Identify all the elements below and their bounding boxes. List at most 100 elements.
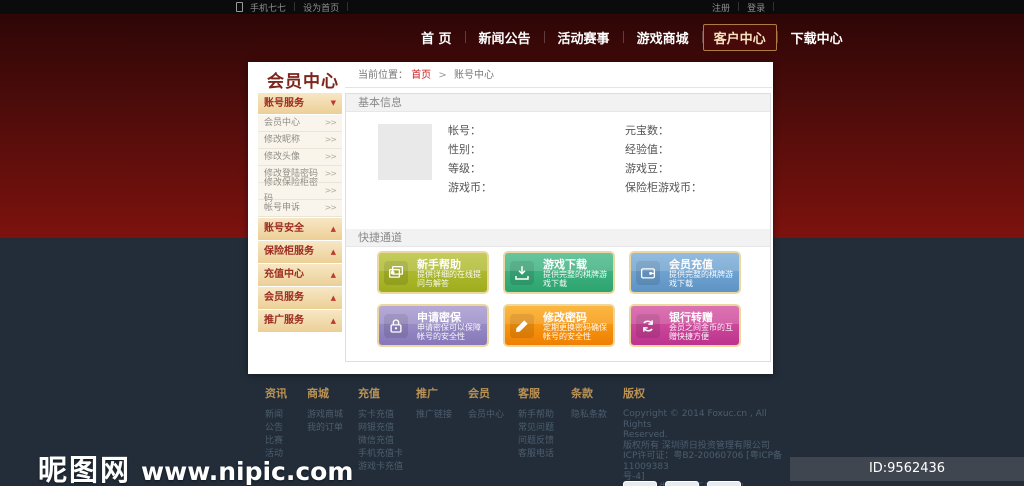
footer-link[interactable]: 新闻 bbox=[265, 409, 287, 422]
quick-link-title: 游戏下载 bbox=[543, 258, 587, 271]
top-utility-bar: 手机七七 | 设为首页 | 注册 | 登录 | bbox=[0, 0, 1024, 14]
lock-icon bbox=[384, 314, 408, 338]
basic-info-section-header: 基本信息 bbox=[346, 94, 770, 112]
quick-link-desc: 提供详细的在线提问与解答 bbox=[417, 270, 481, 288]
footer-link[interactable]: 会员中心 bbox=[468, 409, 504, 422]
login-link[interactable]: 登录 bbox=[747, 1, 765, 14]
footer-link[interactable]: 游戏卡充值 bbox=[358, 461, 403, 474]
nav-game-mall[interactable]: 游戏商城 bbox=[624, 25, 702, 50]
quick-link-title: 银行转赠 bbox=[669, 311, 713, 324]
sidebar-group-label: 账号服务 bbox=[264, 98, 304, 109]
footer-link[interactable]: 新手帮助 bbox=[518, 409, 554, 422]
quick-link-title: 会员充值 bbox=[669, 258, 713, 271]
main-navigation: 首 页 新闻公告 活动赛事 游戏商城 客户中心 下载中心 bbox=[408, 23, 856, 51]
footer-link[interactable]: 推广链接 bbox=[416, 409, 452, 422]
sidebar-item-edit-avatar[interactable]: 修改头像 >> bbox=[258, 149, 342, 166]
divider: | bbox=[293, 2, 297, 12]
footer-link[interactable]: 手机充值卡 bbox=[358, 448, 403, 461]
breadcrumb-current: 账号中心 bbox=[453, 70, 494, 81]
sidebar-group-recharge-center[interactable]: 充值中心 ▲ bbox=[258, 264, 342, 286]
divider: | bbox=[737, 2, 741, 12]
footer-column-support: 客服 新手帮助 常见问题 问题反馈 客服电话 bbox=[518, 385, 554, 461]
nav-home[interactable]: 首 页 bbox=[408, 25, 465, 50]
chevron-up-icon: ▲ bbox=[330, 248, 336, 256]
footer-link[interactable]: 我的订单 bbox=[307, 422, 343, 435]
footer-link[interactable]: 微信充值 bbox=[358, 435, 403, 448]
field-ingots: 元宝数： bbox=[625, 124, 669, 137]
quick-links-section-header: 快捷通道 bbox=[346, 229, 770, 247]
sidebar-item-change-safe-password[interactable]: 修改保险柜密码 >> bbox=[258, 178, 342, 204]
avatar bbox=[378, 124, 432, 180]
arrow-suffix: >> bbox=[324, 169, 337, 178]
basic-info-left-column: 帐号： 性别： 等级： 游戏币： bbox=[448, 121, 492, 197]
transfer-icon bbox=[636, 314, 660, 338]
sidebar-group-member-services[interactable]: 会员服务 ▲ bbox=[258, 287, 342, 309]
bank-transfer-button[interactable]: 银行转赠 会员之间金币的互赠快捷方便 bbox=[629, 304, 741, 347]
sidebar-item-account-appeal[interactable]: 帐号申诉 >> bbox=[258, 200, 342, 217]
quick-link-title: 申请密保 bbox=[417, 311, 461, 324]
copyright-line: Reserved. bbox=[623, 430, 668, 440]
page-title: 会员中心 bbox=[267, 72, 339, 92]
breadcrumb-prefix: 当前位置： bbox=[358, 70, 408, 81]
field-gender: 性别： bbox=[448, 143, 481, 156]
image-id-bar: ID:9562436 NO:20151128150128119970 bbox=[790, 457, 1024, 486]
field-game-beans: 游戏豆： bbox=[625, 162, 669, 175]
sidebar-group-safe-services[interactable]: 保险柜服务 ▲ bbox=[258, 241, 342, 263]
sidebar-group-label: 推广服务 bbox=[264, 315, 304, 326]
footer-link[interactable]: 实卡充值 bbox=[358, 409, 403, 422]
breadcrumb-home-link[interactable]: 首页 bbox=[411, 70, 431, 81]
wallet-icon bbox=[636, 261, 660, 285]
mobile-site-link[interactable]: 手机七七 bbox=[250, 1, 286, 14]
copyright-line: Copyright © 2014 Foxuc.cn , All Rights bbox=[623, 409, 767, 430]
field-game-coins: 游戏币： bbox=[448, 181, 492, 194]
chevron-down-icon: ▼ bbox=[330, 99, 336, 107]
field-experience: 经验值： bbox=[625, 143, 669, 156]
nav-events[interactable]: 活动赛事 bbox=[545, 25, 623, 50]
game-download-button[interactable]: 游戏下载 提供完整的棋牌游戏下载 bbox=[503, 251, 615, 294]
sidebar-item-member-center[interactable]: 会员中心 >> bbox=[258, 115, 342, 132]
set-homepage-link[interactable]: 设为首页 bbox=[303, 1, 339, 14]
footer-heading: 客服 bbox=[518, 387, 540, 400]
sidebar-item-label: 修改头像 bbox=[264, 152, 301, 162]
sidebar-group-account-services[interactable]: 账号服务 ▼ bbox=[258, 93, 342, 114]
chevron-up-icon: ▲ bbox=[330, 225, 336, 233]
arrow-suffix: >> bbox=[324, 152, 337, 161]
basic-info-right-column: 元宝数： 经验值： 游戏豆： 保险柜游戏币： bbox=[625, 121, 702, 197]
sidebar-group-promotion-services[interactable]: 推广服务 ▲ bbox=[258, 310, 342, 332]
footer-link[interactable]: 游戏商城 bbox=[307, 409, 343, 422]
change-password-button[interactable]: 修改密码 定期更换密码确保帐号的安全性 bbox=[503, 304, 615, 347]
footer-heading: 商城 bbox=[307, 387, 329, 400]
footer-heading: 会员 bbox=[468, 387, 490, 400]
sidebar-group-label: 账号安全 bbox=[264, 223, 304, 234]
sidebar-group-account-security[interactable]: 账号安全 ▲ bbox=[258, 218, 342, 240]
arrow-suffix: >> bbox=[324, 203, 337, 212]
footer-link[interactable]: 常见问题 bbox=[518, 422, 554, 435]
nav-customer-center[interactable]: 客户中心 bbox=[702, 23, 777, 51]
apply-security-button[interactable]: 申请密保 申请密保可以保障帐号的安全性 bbox=[377, 304, 489, 347]
copyright-line: ICP许可证：粤B2-20060706 [粤ICP备 11009383 bbox=[623, 451, 783, 472]
footer-column-terms: 条款 隐私条款 bbox=[571, 385, 607, 422]
field-safe-game-coins: 保险柜游戏币： bbox=[625, 181, 702, 194]
certification-badge-icon bbox=[623, 481, 657, 486]
sidebar-group-label: 充值中心 bbox=[264, 269, 304, 280]
chevron-up-icon: ▲ bbox=[330, 317, 336, 325]
nav-news[interactable]: 新闻公告 bbox=[466, 25, 544, 50]
register-link[interactable]: 注册 bbox=[712, 1, 730, 14]
quick-link-desc: 申请密保可以保障帐号的安全性 bbox=[417, 323, 481, 341]
member-recharge-button[interactable]: 会员充值 提供完整的棋牌游戏下载 bbox=[629, 251, 741, 294]
sidebar-item-edit-nickname[interactable]: 修改昵称 >> bbox=[258, 132, 342, 149]
quick-link-desc: 会员之间金币的互赠快捷方便 bbox=[669, 323, 733, 341]
footer-link[interactable]: 客服电话 bbox=[518, 448, 554, 461]
footer-link[interactable]: 问题反馈 bbox=[518, 435, 554, 448]
account-content-box: 基本信息 帐号： 性别： 等级： 游戏币： 元宝数： 经验值： 游戏豆： 保险柜… bbox=[345, 93, 771, 362]
footer-link[interactable]: 网银充值 bbox=[358, 422, 403, 435]
quick-link-desc: 定期更换密码确保帐号的安全性 bbox=[543, 323, 607, 341]
topbar-right-links: 注册 | 登录 | bbox=[712, 0, 775, 14]
sidebar-item-label: 会员中心 bbox=[264, 118, 301, 128]
footer-link[interactable]: 公告 bbox=[265, 422, 287, 435]
nav-download-center[interactable]: 下载中心 bbox=[778, 25, 856, 50]
newbie-help-button[interactable]: 新手帮助 提供详细的在线提问与解答 bbox=[377, 251, 489, 294]
footer-link[interactable]: 隐私条款 bbox=[571, 409, 607, 422]
quick-link-title: 新手帮助 bbox=[417, 258, 461, 271]
download-icon bbox=[510, 261, 534, 285]
